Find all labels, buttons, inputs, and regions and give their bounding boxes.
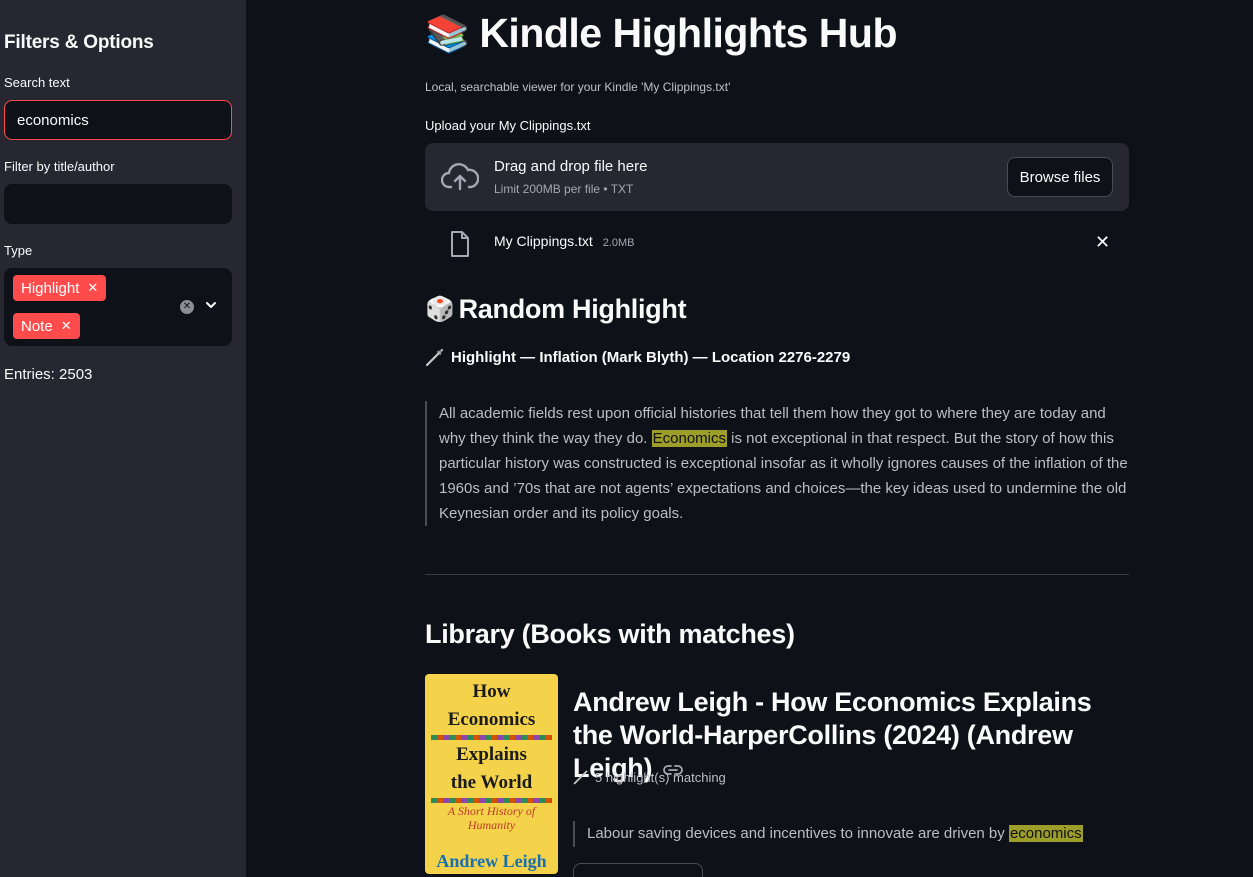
tag-highlight-label: Highlight xyxy=(21,279,80,297)
chevron-down-icon[interactable] xyxy=(204,298,218,312)
dropzone-limit: Limit 200MB per file • TXT xyxy=(494,182,634,196)
cover-line: How xyxy=(472,681,511,702)
filter-input[interactable] xyxy=(4,184,232,224)
book-cover-image: How Economics Explains the World A Short… xyxy=(425,674,558,874)
sidebar-title: Filters & Options xyxy=(4,32,154,53)
cover-author: Andrew Leigh xyxy=(436,851,547,871)
main-content: 📚 Kindle Highlights Hub Local, searchabl… xyxy=(246,0,1253,877)
search-input[interactable]: economics xyxy=(4,100,232,140)
uploaded-file: My Clippings.txt 2.0MB ✕ xyxy=(425,228,1129,260)
feather-pen-icon xyxy=(573,770,588,785)
browse-files-button[interactable]: Browse files xyxy=(1007,157,1113,197)
tag-note-remove-icon[interactable]: ✕ xyxy=(61,318,72,334)
tag-highlight: Highlight ✕ xyxy=(13,275,107,301)
book-match-count-text: 5 highlight(s) matching xyxy=(595,769,726,785)
cover-ornament xyxy=(431,798,552,803)
file-size: 2.0MB xyxy=(602,237,635,249)
sidebar: Filters & Options Search text economics … xyxy=(0,0,246,877)
remove-file-close-icon[interactable]: ✕ xyxy=(1095,232,1110,253)
upload-label: Upload your My Clippings.txt xyxy=(425,118,591,133)
book-quote-search-match: economics xyxy=(1008,825,1083,842)
file-icon xyxy=(451,231,469,257)
type-label: Type xyxy=(4,243,33,258)
book-quote-text: Labour saving devices and incentives to … xyxy=(587,825,1009,842)
book-match-count: 5 highlight(s) matching xyxy=(573,769,726,785)
books-emoji-icon: 📚 xyxy=(425,12,470,54)
tag-note: Note ✕ xyxy=(13,313,80,339)
cover-line: the World xyxy=(450,772,533,793)
book-expand-button[interactable] xyxy=(573,863,703,877)
library-heading: Library (Books with matches) xyxy=(425,619,795,649)
filter-label: Filter by title/author xyxy=(4,159,115,174)
random-highlight-title: Random Highlight xyxy=(458,294,687,324)
file-dropzone[interactable]: Drag and drop file here Limit 200MB per … xyxy=(425,143,1129,211)
type-multiselect[interactable]: Highlight ✕ Note ✕ ✕ xyxy=(4,268,232,346)
file-name-text: My Clippings.txt xyxy=(494,233,593,249)
cover-subtitle: A Short History of Humanity xyxy=(447,804,536,832)
random-highlight-heading: 🎲 Random Highlight xyxy=(425,294,687,325)
clear-all-icon[interactable]: ✕ xyxy=(180,300,194,314)
cover-line: Explains xyxy=(456,744,527,765)
page-title: 📚 Kindle Highlights Hub xyxy=(425,10,898,57)
feather-pen-icon xyxy=(425,348,444,367)
highlight-meta-text: Highlight — Inflation (Mark Blyth) — Loc… xyxy=(451,348,851,366)
random-highlight-quote: All academic fields rest upon official h… xyxy=(425,401,1129,526)
highlight-meta: Highlight — Inflation (Mark Blyth) — Loc… xyxy=(425,347,850,367)
page-caption: Local, searchable viewer for your Kindle… xyxy=(425,80,731,94)
divider xyxy=(425,574,1129,575)
cover-ornament xyxy=(431,735,552,740)
cloud-upload-icon xyxy=(441,163,479,191)
page-title-text: Kindle Highlights Hub xyxy=(479,10,898,56)
app-window: Filters & Options Search text economics … xyxy=(0,0,1253,877)
file-name: My Clippings.txt 2.0MB xyxy=(494,233,635,249)
dice-emoji-icon: 🎲 xyxy=(425,296,455,323)
book-highlight-quote: Labour saving devices and incentives to … xyxy=(573,821,1133,847)
dropzone-title: Drag and drop file here xyxy=(494,158,648,175)
search-input-value: economics xyxy=(17,111,89,129)
search-label: Search text xyxy=(4,75,70,90)
tag-note-label: Note xyxy=(21,317,53,335)
cover-line: Economics xyxy=(447,709,536,730)
entries-count: Entries: 2503 xyxy=(4,366,93,383)
tag-highlight-remove-icon[interactable]: ✕ xyxy=(87,280,98,296)
quote-search-match: Economics xyxy=(651,430,727,447)
